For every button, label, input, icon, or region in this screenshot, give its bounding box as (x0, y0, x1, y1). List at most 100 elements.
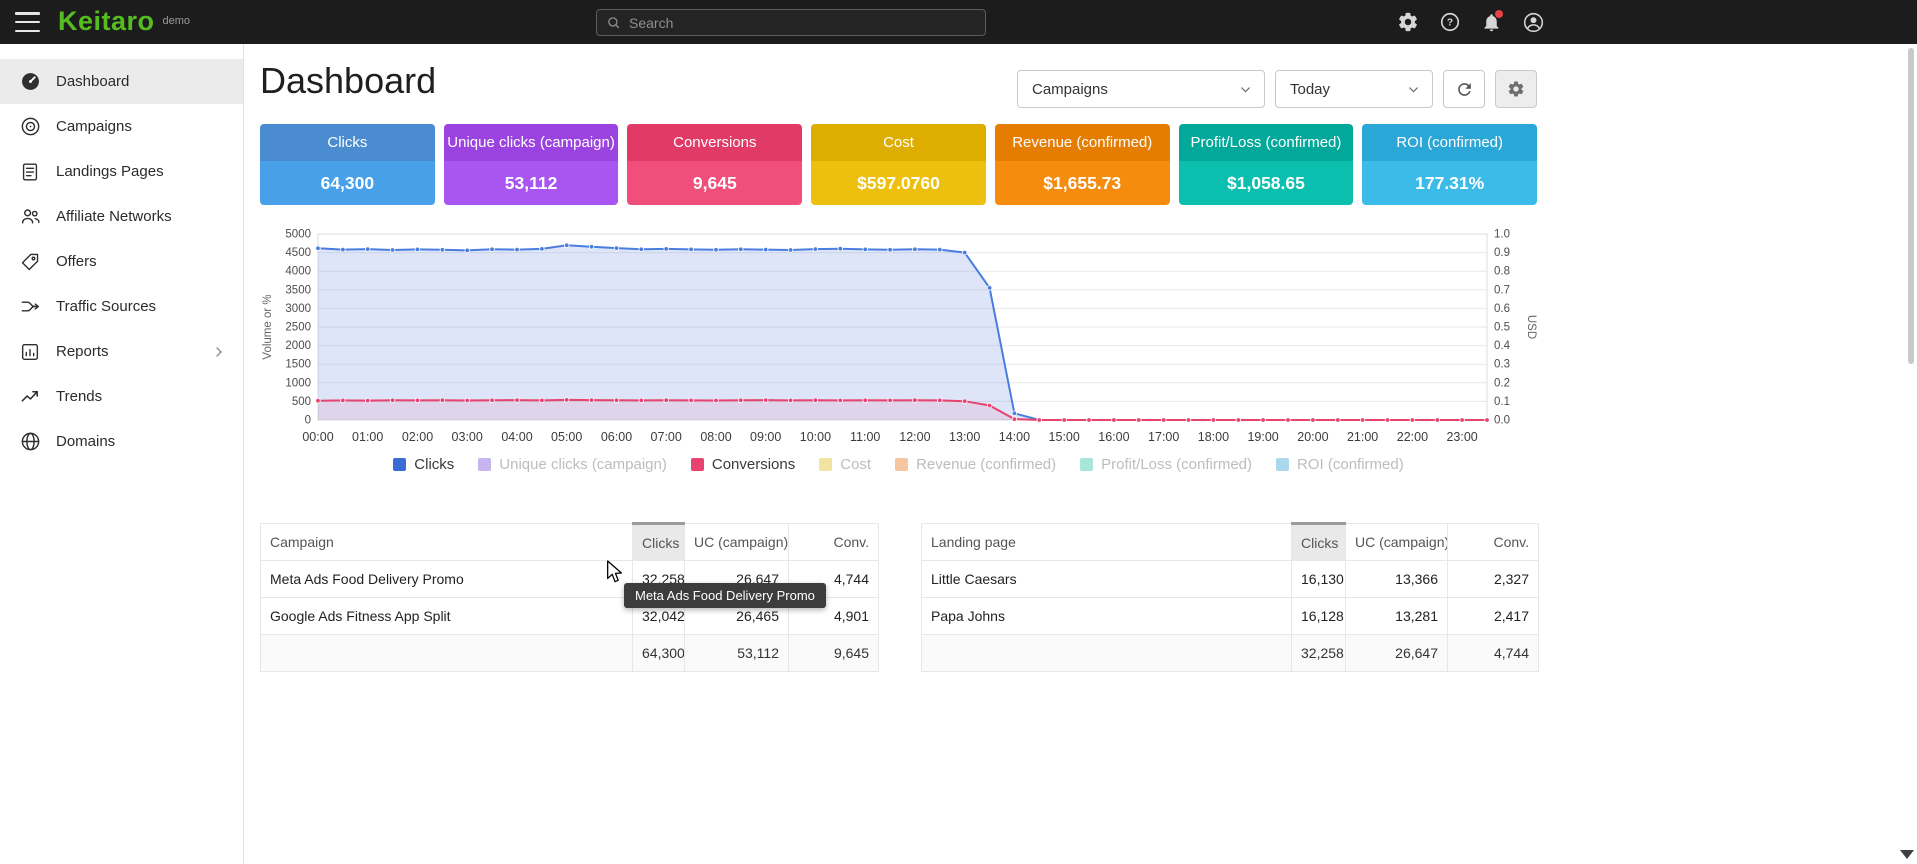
help-icon[interactable]: ? (1438, 11, 1461, 34)
metric-card-unique-clicks[interactable]: Unique clicks (campaign)53,112 (444, 124, 619, 205)
svg-text:16:00: 16:00 (1098, 430, 1129, 444)
sidebar-item-offers[interactable]: Offers (0, 239, 243, 284)
total-value: 53,112 (685, 635, 789, 672)
metric-value: 53,112 (444, 161, 619, 205)
svg-text:5000: 5000 (285, 229, 311, 241)
legend-item-conversions[interactable]: Conversions (691, 456, 795, 473)
sidebar-item-dashboard[interactable]: Dashboard (0, 59, 243, 104)
tag-icon (18, 250, 42, 274)
svg-text:2000: 2000 (285, 340, 311, 352)
refresh-button[interactable] (1443, 70, 1485, 108)
dashboard-settings-button[interactable] (1495, 70, 1537, 108)
sidebar-item-domains[interactable]: Domains (0, 419, 243, 464)
svg-text:0: 0 (305, 415, 311, 427)
sidebar-item-label: Reports (56, 343, 109, 360)
date-range-select[interactable]: Today (1275, 70, 1433, 108)
svg-text:0.9: 0.9 (1494, 247, 1510, 259)
date-range-select-value: Today (1290, 81, 1330, 98)
metric-card-profit-loss[interactable]: Profit/Loss (confirmed)$1,058.65 (1179, 124, 1354, 205)
legend-item-clicks[interactable]: Clicks (393, 456, 454, 473)
metric-value: $597.0760 (811, 161, 986, 205)
svg-text:0.4: 0.4 (1494, 340, 1511, 352)
total-value (922, 635, 1292, 672)
metric-card-roi[interactable]: ROI (confirmed)177.31% (1362, 124, 1537, 205)
svg-text:0.5: 0.5 (1494, 322, 1510, 334)
metric-label: Clicks (260, 124, 435, 161)
sidebar-item-traffic-sources[interactable]: Traffic Sources (0, 284, 243, 329)
legend-item-unique-clicks-campaign[interactable]: Unique clicks (campaign) (478, 456, 667, 473)
metric-card-clicks[interactable]: Clicks64,300 (260, 124, 435, 205)
legend-item-revenue-confirmed[interactable]: Revenue (confirmed) (895, 456, 1056, 473)
metric-label: ROI (confirmed) (1362, 124, 1537, 161)
metric-label: Unique clicks (campaign) (444, 124, 619, 161)
column-header-clicks[interactable]: Clicks (633, 524, 685, 561)
metric-card-revenue[interactable]: Revenue (confirmed)$1,655.73 (995, 124, 1170, 205)
chevron-down-icon (1239, 83, 1252, 96)
svg-text:13:00: 13:00 (949, 430, 980, 444)
totals-row: 32,25826,6474,744 (922, 635, 1539, 672)
scrollbar-thumb[interactable] (1908, 48, 1914, 364)
legend-label: Conversions (712, 456, 795, 473)
globe-icon (18, 430, 42, 454)
menu-icon[interactable] (15, 12, 40, 32)
notifications-icon[interactable] (1480, 11, 1503, 34)
page-title: Dashboard (260, 60, 436, 102)
svg-text:23:00: 23:00 (1446, 430, 1477, 444)
env-label: demo (163, 15, 191, 27)
sidebar-item-affiliate-networks[interactable]: Affiliate Networks (0, 194, 243, 239)
total-value: 64,300 (633, 635, 685, 672)
total-value (261, 635, 633, 672)
settings-icon[interactable] (1396, 11, 1419, 34)
svg-text:02:00: 02:00 (402, 430, 433, 444)
svg-text:03:00: 03:00 (452, 430, 483, 444)
logo-container: Keitaro demo (58, 6, 190, 37)
svg-text:04:00: 04:00 (501, 430, 532, 444)
column-header-uc-campaign[interactable]: UC (campaign) (1346, 524, 1448, 561)
column-header-clicks[interactable]: Clicks (1292, 524, 1346, 561)
sidebar-item-reports[interactable]: Reports (0, 329, 243, 374)
table-row[interactable]: Papa Johns16,12813,2812,417 (922, 598, 1539, 635)
search-input[interactable] (629, 15, 976, 31)
metric-card-cost[interactable]: Cost$597.0760 (811, 124, 986, 205)
column-header-uc-campaign[interactable]: UC (campaign) (685, 524, 789, 561)
gear-icon (1507, 80, 1525, 98)
column-header-conv[interactable]: Conv. (789, 524, 879, 561)
svg-text:11:00: 11:00 (850, 430, 880, 444)
svg-text:3000: 3000 (285, 303, 311, 315)
sidebar-item-label: Offers (56, 253, 97, 270)
column-header-landing-page[interactable]: Landing page (922, 524, 1292, 561)
column-header-conv[interactable]: Conv. (1448, 524, 1539, 561)
svg-text:3500: 3500 (285, 284, 311, 296)
table-landing-pages: Landing pageClicksUC (campaign)Conv.Litt… (921, 522, 1539, 672)
traffic-timeseries-chart[interactable]: 00.05000.110000.215000.320000.425000.530… (260, 226, 1537, 450)
metric-value: $1,058.65 (1179, 161, 1354, 205)
svg-text:12:00: 12:00 (899, 430, 930, 444)
table-row[interactable]: Little Caesars16,13013,3662,327 (922, 561, 1539, 598)
legend-label: Profit/Loss (confirmed) (1101, 456, 1252, 473)
chart-container: 00.05000.110000.215000.320000.425000.530… (260, 226, 1537, 455)
svg-text:14:00: 14:00 (999, 430, 1030, 444)
svg-text:06:00: 06:00 (601, 430, 632, 444)
legend-item-cost[interactable]: Cost (819, 456, 871, 473)
metric-card-conversions[interactable]: Conversions9,645 (627, 124, 802, 205)
metric-cards: Clicks64,300Unique clicks (campaign)53,1… (260, 124, 1537, 205)
grouping-select[interactable]: Campaigns (1017, 70, 1265, 108)
legend-item-roi-confirmed[interactable]: ROI (confirmed) (1276, 456, 1404, 473)
sidebar-item-label: Dashboard (56, 73, 129, 90)
column-header-campaign[interactable]: Campaign (261, 524, 633, 561)
sidebar-item-landings-pages[interactable]: Landings Pages (0, 149, 243, 194)
logo[interactable]: Keitaro (58, 6, 155, 37)
topbar-icons: ? (1396, 0, 1545, 44)
scrollbar-down-arrow[interactable] (1900, 850, 1914, 859)
legend-item-profit-loss-confirmed[interactable]: Profit/Loss (confirmed) (1080, 456, 1252, 473)
svg-text:1500: 1500 (285, 359, 311, 371)
svg-text:05:00: 05:00 (551, 430, 582, 444)
row-value: 13,281 (1346, 598, 1448, 635)
sidebar-item-trends[interactable]: Trends (0, 374, 243, 419)
account-icon[interactable] (1522, 11, 1545, 34)
svg-text:0.3: 0.3 (1494, 359, 1510, 371)
mouse-cursor (604, 560, 626, 590)
svg-text:08:00: 08:00 (700, 430, 731, 444)
sidebar-item-campaigns[interactable]: Campaigns (0, 104, 243, 149)
main-content: Dashboard Campaigns Today Clicks64,300Un… (260, 44, 1537, 864)
